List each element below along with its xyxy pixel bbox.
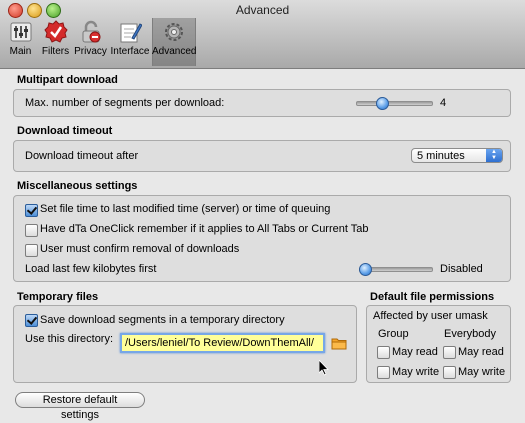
load-last-kb-slider-knob[interactable] — [358, 263, 372, 276]
group-read-checkbox[interactable] — [377, 346, 390, 359]
tab-advanced[interactable]: Advanced — [152, 18, 196, 66]
oneclick-remember-label: Have dTa OneClick remember if it applies… — [40, 223, 369, 235]
filters-check-icon — [43, 20, 68, 43]
restore-defaults-button[interactable]: Restore default settings — [15, 392, 145, 421]
perm-section-title: Default file permissions — [370, 291, 495, 303]
tab-main[interactable]: Main — [3, 18, 38, 66]
privacy-lock-icon — [82, 20, 100, 43]
advanced-gear-icon — [165, 23, 183, 41]
tab-filters[interactable]: Filters — [38, 18, 73, 66]
folder-icon — [331, 338, 347, 350]
temp-dir-checkbox[interactable] — [25, 314, 38, 327]
everybody-write-label: May write — [458, 366, 506, 378]
confirm-removal-label: User must confirm removal of downloads — [40, 243, 240, 255]
misc-section-title: Miscellaneous settings — [17, 180, 138, 192]
temp-dir-path-field[interactable]: /Users/leniel/To Review/DownThemAll/ — [120, 333, 325, 353]
tab-interface[interactable]: Interface — [108, 18, 152, 66]
window-title: Advanced — [235, 3, 290, 17]
file-time-label: Set file time to last modified time (ser… — [40, 203, 331, 215]
segments-slider-knob[interactable] — [376, 97, 390, 110]
temp-dir-checkbox-label: Save download segments in a temporary di… — [40, 314, 285, 326]
everybody-read-checkbox[interactable] — [443, 346, 456, 359]
interface-pencil-icon — [120, 23, 142, 43]
everybody-header: Everybody — [444, 328, 496, 340]
timeout-section-title: Download timeout — [17, 125, 113, 137]
confirm-removal-checkbox[interactable] — [25, 244, 38, 257]
tab-main-label: Main — [9, 46, 32, 57]
misc-panel: Set file time to last modified time (ser… — [13, 195, 511, 282]
load-last-kb-value: Disabled — [440, 263, 483, 275]
timeout-label: Download timeout after — [25, 150, 139, 162]
segments-value: 4 — [440, 97, 447, 109]
group-write-label: May write — [392, 366, 440, 378]
temp-dir-label: Use this directory: — [25, 333, 114, 345]
preferences-toolbar: Main Filters Privacy Interface Advanced — [3, 18, 196, 66]
title-bar: Advanced Main Filters Privacy Interface … — [0, 0, 525, 69]
everybody-read-label: May read — [458, 346, 504, 358]
multipart-panel: Max. number of segments per download: 4 — [13, 89, 511, 117]
perm-panel: Affected by user umask Group Everybody M… — [366, 305, 511, 383]
multipart-section-title: Multipart download — [17, 74, 118, 86]
preferences-window: Advanced Main Filters Privacy Interface … — [0, 0, 525, 421]
oneclick-remember-checkbox[interactable] — [25, 224, 38, 237]
timeout-select-value: 5 minutes — [417, 150, 465, 162]
load-last-kb-label: Load last few kilobytes first — [25, 263, 157, 275]
segments-slider-track[interactable] — [356, 101, 433, 106]
segments-label: Max. number of segments per download: — [25, 97, 225, 109]
timeout-select[interactable]: 5 minutes ▲ ▼ — [411, 148, 503, 163]
umask-note: Affected by user umask — [373, 310, 488, 322]
group-write-checkbox[interactable] — [377, 366, 390, 379]
tab-interface-label: Interface — [110, 46, 150, 57]
everybody-write-checkbox[interactable] — [443, 366, 456, 379]
temp-section-title: Temporary files — [17, 291, 99, 303]
file-time-checkbox[interactable] — [25, 204, 38, 217]
tab-privacy[interactable]: Privacy — [73, 18, 108, 66]
mouse-cursor-icon — [319, 360, 329, 376]
tab-advanced-label: Advanced — [152, 46, 197, 57]
tab-filters-label: Filters — [41, 46, 70, 57]
timeout-panel: Download timeout after 5 minutes ▲ ▼ — [13, 140, 511, 172]
main-sliders-icon — [10, 22, 31, 42]
group-header: Group — [378, 328, 409, 340]
group-read-label: May read — [392, 346, 438, 358]
browse-folder-button[interactable] — [331, 337, 347, 353]
tab-privacy-label: Privacy — [74, 46, 107, 57]
temp-panel: Save download segments in a temporary di… — [13, 305, 357, 383]
select-arrows-icon: ▲ ▼ — [486, 149, 502, 162]
